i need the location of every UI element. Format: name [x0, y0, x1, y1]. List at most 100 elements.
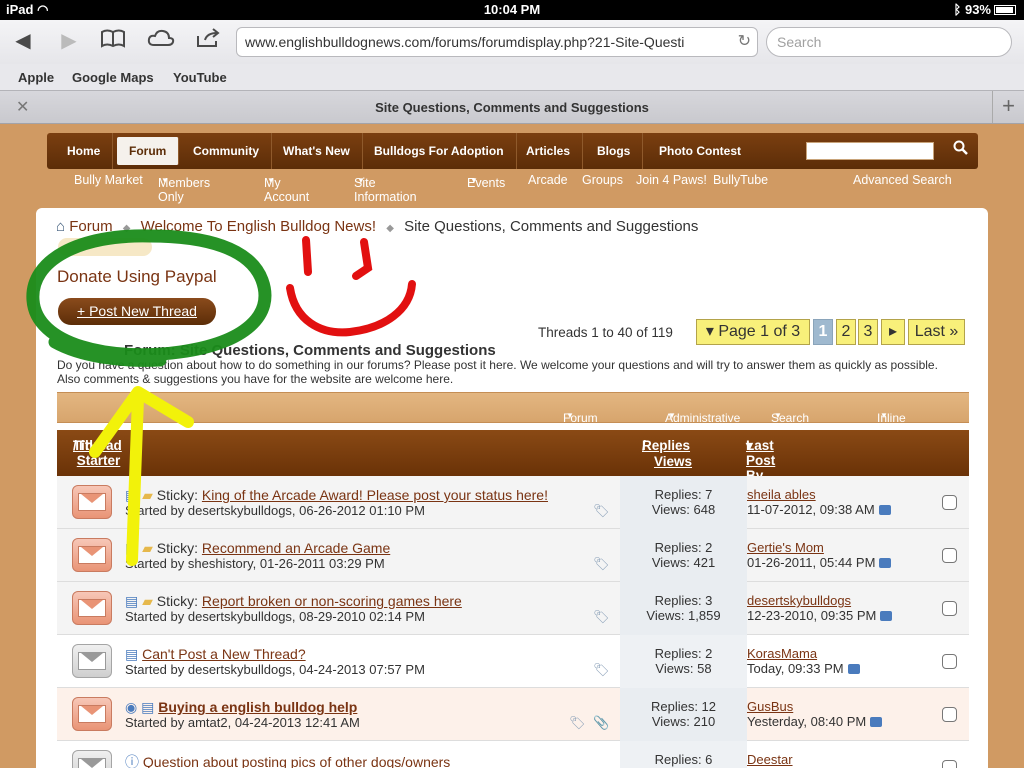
inline-mod-checkbox[interactable] — [942, 495, 957, 510]
nav-bulldogs-for-adoption[interactable]: Bulldogs For Adoption — [362, 133, 517, 169]
tag-icon: 🏷 — [569, 715, 586, 730]
subnav-join-4-paws[interactable]: Join 4 Paws! — [636, 173, 707, 187]
unread-arrow-icon[interactable]: ◉ — [125, 699, 137, 715]
last-poster-link[interactable]: Deestar — [747, 752, 793, 767]
caret-down-icon: ▼ — [267, 176, 275, 185]
thread-stats: Replies: 2 Views: 58 — [620, 635, 747, 688]
status-bar: iPad ◠ 10:04 PM ᛒ 93% — [0, 0, 1024, 20]
bookmark-apple[interactable]: Apple — [18, 70, 54, 85]
home-icon[interactable]: ⌂ — [56, 218, 65, 235]
site-search-input[interactable] — [806, 142, 934, 160]
table-row[interactable]: ▤ ▰ Sticky: King of the Arcade Award! Pl… — [57, 476, 969, 529]
new-tab-button[interactable]: + — [992, 91, 1024, 123]
search-icon[interactable] — [953, 140, 969, 160]
tag-icon: 🏷 — [593, 503, 610, 518]
reload-icon[interactable]: ↻ — [738, 28, 751, 56]
thread-type-icon: ▤ — [125, 487, 139, 503]
url-field[interactable]: www.englishbulldognews.com/forums/forumd… — [236, 27, 758, 57]
advanced-search-link[interactable]: Advanced Search — [853, 173, 952, 187]
bookmarks-bar: Apple Google Maps YouTube — [0, 64, 1024, 90]
caret-down-icon: ▼ — [470, 176, 478, 185]
bookmark-google-maps[interactable]: Google Maps — [72, 70, 154, 85]
subnav-arcade[interactable]: Arcade — [528, 173, 568, 187]
share-icon[interactable] — [194, 28, 224, 54]
last-poster-link[interactable]: sheila ables — [747, 487, 816, 502]
table-row[interactable]: ▤ ▰ Sticky: Recommend an Arcade Game Sta… — [57, 529, 969, 582]
last-poster-link[interactable]: GusBus — [747, 699, 793, 714]
thread-starter: Started by desertskybulldogs, 06-26-2012… — [125, 503, 425, 518]
last-poster-link[interactable]: Gertie's Mom — [747, 540, 824, 555]
sub-nav: Bully Market Members Only ▼ My Account ▼ S… — [74, 173, 952, 204]
go-to-last-post-icon[interactable] — [847, 664, 860, 674]
nav-community[interactable]: Community — [181, 133, 272, 169]
thread-status-icon — [72, 750, 112, 768]
sort-last-post[interactable]: Last Post By ▾ — [746, 438, 775, 483]
forward-icon[interactable]: ▶ — [54, 28, 84, 54]
bookmark-youtube[interactable]: YouTube — [173, 70, 227, 85]
bookmarks-icon[interactable] — [98, 28, 128, 54]
inline-mod-checkbox[interactable] — [942, 707, 957, 722]
thread-title-link[interactable]: Report broken or non-scoring games here — [202, 593, 462, 609]
tab-bar: ✕ Site Questions, Comments and Suggestio… — [0, 90, 1024, 124]
thread-status-icon — [72, 591, 112, 625]
donate-tab[interactable] — [58, 238, 152, 256]
next-page-button[interactable]: ▸ — [881, 319, 905, 345]
sort-replies[interactable]: Replies / — [642, 438, 690, 453]
nav-home[interactable]: Home — [55, 133, 114, 169]
inline-mod-checkbox[interactable] — [942, 601, 957, 616]
battery-indicator: ᛒ 93% — [954, 2, 1016, 17]
content-panel: ⌂ Forum ◆ Welcome To English Bulldog New… — [36, 208, 988, 768]
last-poster-link[interactable]: desertskybulldogs — [747, 593, 851, 608]
tab-title[interactable]: Site Questions, Comments and Suggestions — [0, 100, 1024, 115]
nav-whats-new[interactable]: What's New — [271, 133, 363, 169]
go-to-last-post-icon[interactable] — [870, 717, 883, 727]
cloud-tabs-icon[interactable] — [146, 28, 176, 54]
donate-link[interactable]: Donate Using Paypal — [57, 267, 217, 287]
thread-status-icon — [72, 485, 112, 519]
page-label[interactable]: ▾ Page 1 of 3 — [696, 319, 810, 345]
page-3[interactable]: 3 — [858, 319, 878, 345]
table-row[interactable]: ▤ ▰ Sticky: Report broken or non-scoring… — [57, 582, 969, 635]
nav-articles[interactable]: Articles — [514, 133, 584, 169]
page-1[interactable]: 1 — [813, 319, 833, 345]
go-to-last-post-icon[interactable] — [880, 611, 893, 621]
bluetooth-icon: ᛒ — [953, 2, 962, 17]
thread-title-link[interactable]: King of the Arcade Award! Please post yo… — [202, 487, 548, 503]
thread-title-link[interactable]: Buying a english bulldog help — [158, 699, 357, 715]
inline-mod-checkbox[interactable] — [942, 760, 957, 768]
breadcrumb-forum[interactable]: Forum — [69, 218, 112, 235]
table-row[interactable]: ◉ ▤ Buying a english bulldog help Starte… — [57, 688, 969, 741]
breadcrumb-welcome[interactable]: Welcome To English Bulldog News! — [141, 218, 376, 235]
subnav-bully-market[interactable]: Bully Market — [74, 173, 143, 187]
browser-search-input[interactable]: Search — [766, 27, 1012, 57]
thread-type-icon: ▤ — [125, 646, 139, 662]
inline-mod-checkbox[interactable] — [942, 654, 957, 669]
page-2[interactable]: 2 — [836, 319, 856, 345]
go-to-last-post-icon[interactable] — [879, 558, 892, 568]
thread-status-icon — [72, 644, 112, 678]
breadcrumb-separator-icon: ◆ — [122, 223, 131, 234]
post-new-thread-button[interactable]: + Post New Thread — [58, 298, 216, 325]
go-to-last-post-icon[interactable] — [878, 505, 891, 515]
last-page-button[interactable]: Last » — [908, 319, 965, 345]
table-row[interactable]: ▤ Can't Post a New Thread? Started by de… — [57, 635, 969, 688]
thread-count: Threads 1 to 40 of 119 — [538, 325, 673, 340]
sticky-icon: ▰ — [142, 593, 153, 609]
subnav-groups[interactable]: Groups — [582, 173, 623, 187]
sort-views[interactable]: Views — [654, 454, 692, 469]
forum-tools-bar: Forum Tools▼ Administrative▼ Search Foru… — [57, 392, 969, 439]
thread-title-link[interactable]: Can't Post a New Thread? — [142, 646, 306, 662]
nav-forum[interactable]: Forum — [117, 137, 180, 165]
subnav-bullytube[interactable]: BullyTube — [713, 173, 768, 187]
table-row[interactable]: ⓘ Question about posting pics of other d… — [57, 741, 969, 768]
thread-type-icon: ▤ — [141, 699, 155, 715]
sort-title[interactable]: Title / Thread Starter — [73, 438, 122, 468]
nav-blogs[interactable]: Blogs — [585, 133, 644, 169]
nav-photo-contest[interactable]: Photo Contest — [647, 133, 753, 169]
thread-title-link[interactable]: Recommend an Arcade Game — [202, 540, 390, 556]
back-icon[interactable]: ◀ — [8, 28, 38, 54]
last-poster-link[interactable]: KorasMama — [747, 646, 817, 661]
thread-title-link[interactable]: Question about posting pics of other dog… — [143, 754, 450, 768]
thread-type-icon: ▤ — [125, 593, 139, 609]
inline-mod-checkbox[interactable] — [942, 548, 957, 563]
